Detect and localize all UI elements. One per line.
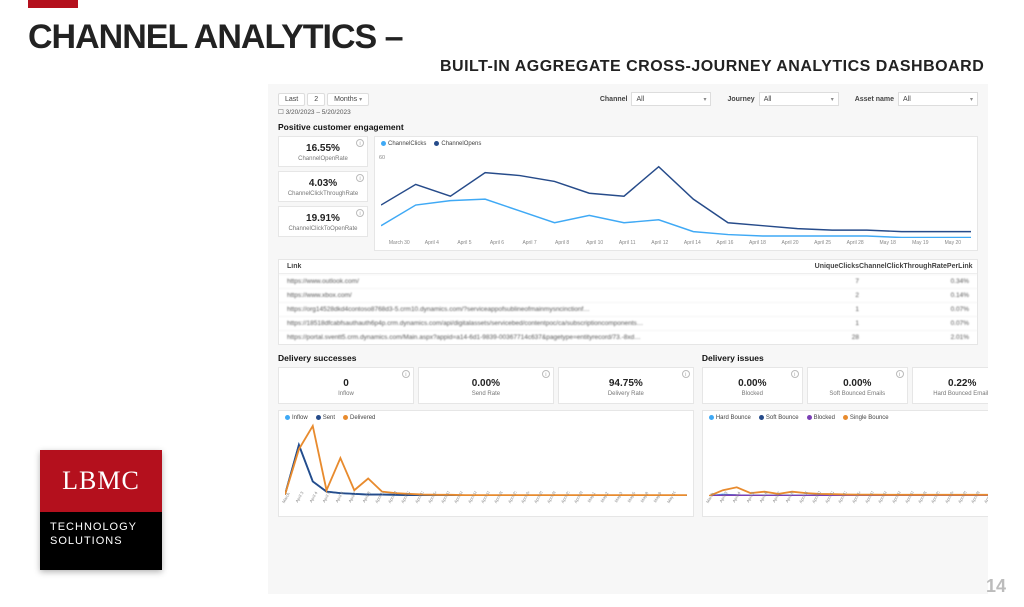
delivery-issues-title: Delivery issues [702,351,988,367]
asset-filter-dropdown[interactable]: All▾ [898,92,978,106]
chevron-down-icon: ▾ [359,97,362,103]
logo-mark: LBMC [40,450,162,512]
info-icon[interactable]: i [356,139,364,147]
info-icon[interactable]: i [682,370,690,378]
engagement-line-chart[interactable]: ChannelClicks ChannelOpens 60 March 30Ap… [374,136,978,251]
stat-card: i0.22%Hard Bounced Emails [912,367,988,404]
accent-bar [28,0,78,8]
stat-click-to-open: i 19.91% ChannelClickToOpenRate [278,206,368,237]
table-row[interactable]: https://18518dfcabfsauthauth6p4p.crm.dyn… [279,316,977,330]
link-performance-table: Link UniqueClicks ChannelClickThroughRat… [278,259,978,345]
info-icon[interactable]: i [542,370,550,378]
info-icon[interactable]: i [402,370,410,378]
info-icon[interactable]: i [356,209,364,217]
chart-legend: InflowSentDelivered [285,415,687,421]
stat-open-rate: i 16.55% ChannelOpenRate [278,136,368,167]
chevron-down-icon: ▾ [970,96,973,103]
col-header-unique-clicks[interactable]: UniqueClicks [799,263,859,270]
engagement-section-title: Positive customer engagement [268,120,988,136]
delivery-successes-chart[interactable]: InflowSentDelivered March 30April 3April… [278,410,694,517]
chevron-down-icon: ▾ [703,96,706,103]
chart-xaxis: March 30April 3April 4April 5April 6Apri… [709,498,988,512]
journey-filter-dropdown[interactable]: All▾ [759,92,839,106]
stat-card: i0Inflow [278,367,414,404]
page-subtitle: BUILT-IN AGGREGATE CROSS-JOURNEY ANALYTI… [440,58,984,76]
stat-card: i0.00%Soft Bounced Emails [807,367,908,404]
table-row[interactable]: https://org14528dkd4contoso8768d3-5.crm1… [279,302,977,316]
col-header-ctr-per-link[interactable]: ChannelClickThroughRatePerLink [859,263,969,270]
chevron-down-icon: ▾ [831,96,834,103]
logo-block: LBMC TECHNOLOGY SOLUTIONS [40,450,162,570]
dashboard-screenshot: Last 2 Months ▾ Channel All▾ Journey All… [268,84,988,594]
stat-ctr: i 4.03% ChannelClickThroughRate [278,171,368,202]
channel-filter-dropdown[interactable]: All▾ [631,92,711,106]
filter-bar: Last 2 Months ▾ Channel All▾ Journey All… [268,84,988,108]
delivery-issues-chart[interactable]: Hard BounceSoft BounceBlockedSingle Boun… [702,410,988,517]
range-unit-dropdown[interactable]: Months ▾ [327,93,369,106]
page-number: 14 [986,576,1006,597]
info-icon[interactable]: i [356,174,364,182]
page-title: CHANNEL ANALYTICS – [28,18,403,57]
delivery-successes-title: Delivery successes [278,351,694,367]
col-header-link[interactable]: Link [287,263,799,270]
info-icon[interactable]: i [791,370,799,378]
chart-xaxis: March 30April 4April 5April 6April 7Apri… [381,240,971,246]
chart-canvas [285,423,687,496]
chart-canvas [381,149,971,238]
chart-canvas [709,423,988,496]
asset-filter-label: Asset name [855,96,894,103]
table-row[interactable]: https://www.outlook.com/70.34% [279,274,977,288]
chart-legend: ChannelClicks ChannelOpens [381,141,971,147]
journey-filter-label: Journey [727,96,754,103]
date-range-display[interactable]: ☐ 3/20/2023 – 5/20/2023 [268,108,988,120]
info-icon[interactable]: i [896,370,904,378]
channel-filter-label: Channel [600,96,628,103]
chart-xaxis: March 30April 3April 4April 5April 6Apri… [285,498,687,512]
stat-card: i0.00%Blocked [702,367,803,404]
chart-legend: Hard BounceSoft BounceBlockedSingle Boun… [709,415,988,421]
stat-card: i0.00%Send Rate [418,367,554,404]
table-row[interactable]: https://portal.sventt5.crm.dynamics.com/… [279,330,977,344]
stat-card: i94.75%Delivery Rate [558,367,694,404]
date-range-selector[interactable]: Last 2 Months ▾ [278,93,369,106]
logo-text: TECHNOLOGY SOLUTIONS [40,512,162,570]
table-row[interactable]: https://www.xbox.com/20.14% [279,288,977,302]
